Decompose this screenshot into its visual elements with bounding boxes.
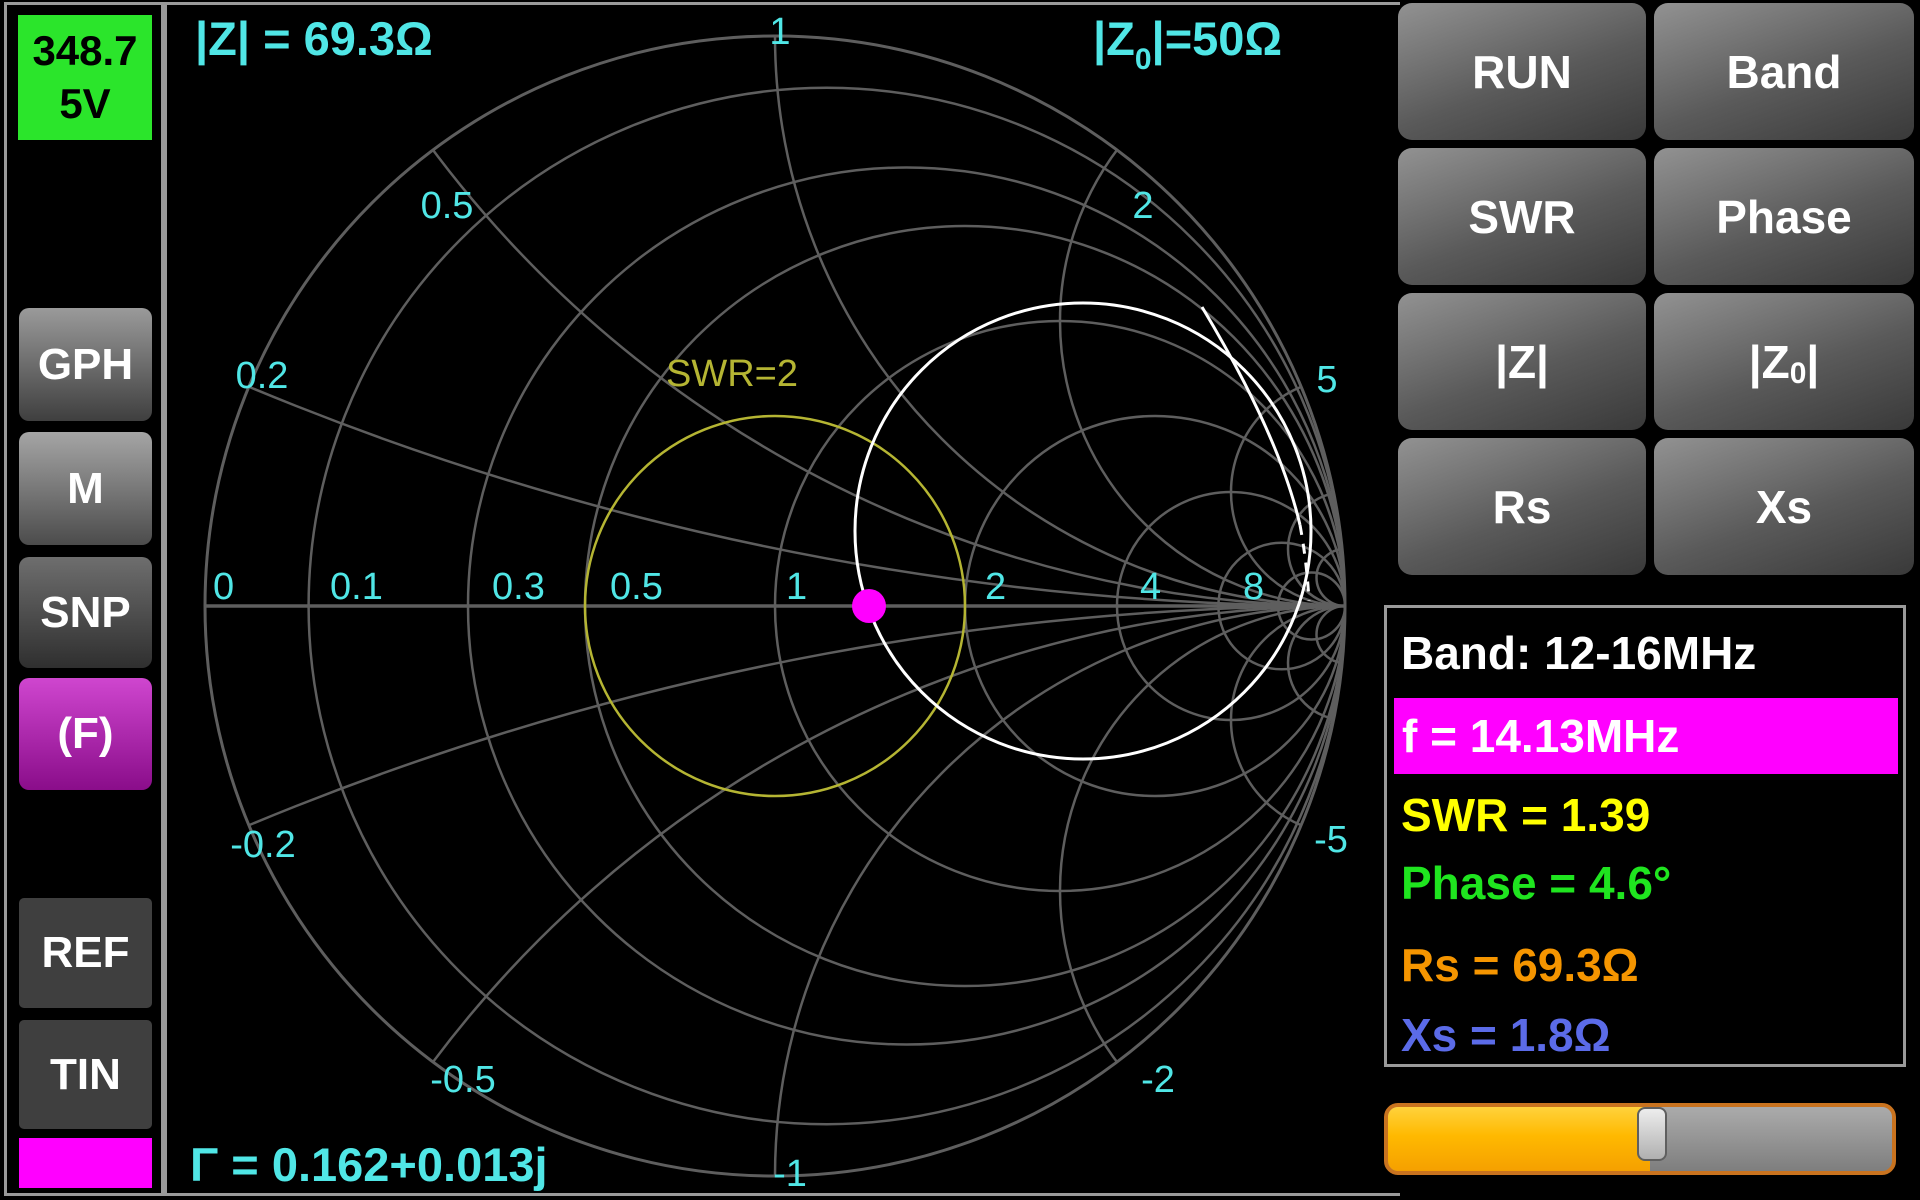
band-button[interactable]: Band [1654, 3, 1914, 140]
run-button[interactable]: RUN [1398, 3, 1646, 140]
tin-button[interactable]: TIN [19, 1020, 152, 1129]
measurement-info-panel: Band: 12-16MHz f = 14.13MHz SWR = 1.39 P… [1384, 605, 1906, 1067]
z-magnitude-button[interactable]: |Z| [1398, 293, 1646, 430]
frequency-value-text: f = 14.13MHz [1402, 710, 1680, 762]
phase-button[interactable]: Phase [1654, 148, 1914, 285]
phase-value-text: Phase = 4.6° [1401, 857, 1672, 909]
band-button-label: Band [1726, 45, 1842, 98]
phase-button-label: Phase [1716, 190, 1852, 243]
impedance-magnitude-readout: |Z| = 69.3Ω [195, 12, 433, 65]
z0-button-sub: 0 [1789, 356, 1807, 390]
r-tick-label: 1 [786, 566, 807, 608]
ref-button-label: REF [41, 928, 130, 977]
x-tick-label: -0.5 [430, 1059, 495, 1101]
reference-impedance-readout: |Z0|=50Ω [1093, 11, 1283, 76]
x-tick-label: -0.2 [230, 824, 295, 866]
x-tick-label: -2 [1141, 1059, 1175, 1101]
r-tick-label: 0.1 [330, 566, 383, 608]
x-tick-label: 0.5 [421, 185, 474, 227]
slider-thumb[interactable] [1637, 1107, 1668, 1161]
left-sidebar: 348.7 5V GPH M SNP (F) REF TIN [4, 2, 164, 1196]
reflection-coefficient-readout: Γ = 0.162+0.013j [190, 1138, 548, 1191]
x-tick-label: 0.2 [236, 355, 289, 397]
r-tick-label: 0.5 [610, 566, 663, 608]
r-tick-label: 0 [213, 566, 234, 608]
slider-fill [1388, 1107, 1651, 1171]
rs-button-label: Rs [1492, 480, 1552, 533]
r-tick-label: 4 [1140, 566, 1161, 608]
x-tick-label: -5 [1314, 819, 1348, 861]
smith-chart[interactable]: 0 0.1 0.3 0.5 1 2 4 8 1 0.5 0.2 2 5 -0.2… [167, 5, 1397, 1195]
z0-button-pre: |Z [1748, 335, 1790, 388]
swr-button-label: SWR [1468, 190, 1576, 243]
xs-button[interactable]: Xs [1654, 438, 1914, 575]
sweep-trace-circle [853, 301, 1313, 761]
x-tick-label: 1 [769, 11, 790, 53]
z-magnitude-button-label: |Z| [1495, 335, 1549, 388]
swr2-circle-label: SWR=2 [666, 353, 798, 395]
r-tick-label: 0.3 [492, 566, 545, 608]
rs-value-text: Rs = 69.3Ω [1401, 939, 1639, 991]
x-tick-label: 5 [1316, 359, 1337, 401]
marker-color-swatch [19, 1138, 152, 1188]
ref-button[interactable]: REF [19, 898, 152, 1008]
battery-status-badge: 348.7 5V [18, 15, 152, 140]
tin-button-label: TIN [50, 1049, 121, 1099]
frequency-mode-label: (F) [57, 709, 114, 758]
battery-voltage: 5V [59, 79, 111, 127]
frequency-slider[interactable] [1384, 1103, 1896, 1175]
memory-button[interactable]: M [19, 432, 152, 545]
smith-chart-panel[interactable]: 0 0.1 0.3 0.5 1 2 4 8 1 0.5 0.2 2 5 -0.2… [164, 2, 1400, 1196]
frequency-marker-dot[interactable] [852, 589, 886, 623]
x-tick-label: -1 [773, 1153, 807, 1190]
r-tick-label: 8 [1243, 566, 1264, 608]
run-button-label: RUN [1472, 45, 1572, 98]
battery-reading: 348.7 [32, 27, 138, 74]
frequency-highlight-bar[interactable]: f = 14.13MHz [1394, 698, 1898, 774]
frequency-mode-button[interactable]: (F) [19, 678, 152, 790]
xs-value-text: Xs = 1.8Ω [1401, 1009, 1611, 1061]
r-tick-label: 2 [985, 566, 1006, 608]
z0-readout-sub: 0 [1134, 43, 1152, 76]
z0-button[interactable]: |Z 0 | [1654, 293, 1914, 430]
z0-readout-pre: |Z [1093, 12, 1135, 65]
z0-button-post: | [1806, 335, 1820, 388]
snp-button-label: SNP [40, 587, 131, 637]
x-tick-label: 2 [1132, 185, 1153, 227]
band-range-text: Band: 12-16MHz [1401, 627, 1757, 679]
z0-readout-post: |=50Ω [1151, 12, 1283, 65]
gph-button-label: GPH [37, 339, 134, 389]
swr-value-text: SWR = 1.39 [1401, 789, 1651, 841]
xs-button-label: Xs [1755, 480, 1813, 533]
rs-button[interactable]: Rs [1398, 438, 1646, 575]
swr-button[interactable]: SWR [1398, 148, 1646, 285]
gph-button[interactable]: GPH [19, 308, 152, 421]
snp-button[interactable]: SNP [19, 557, 152, 668]
memory-button-label: M [67, 463, 104, 513]
